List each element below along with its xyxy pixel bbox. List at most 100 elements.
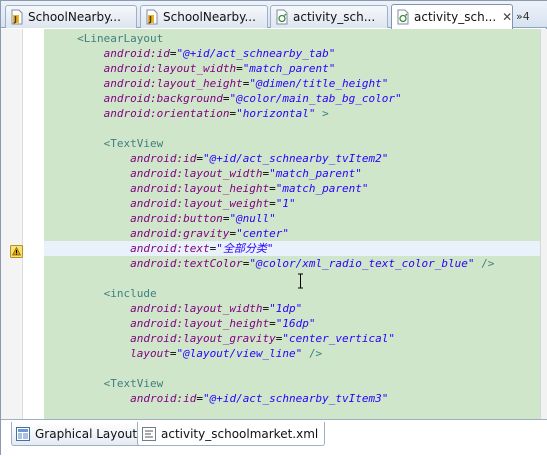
code-token-attr: android:layout_width: [130, 167, 263, 180]
code-token-val: "@dimen/title_height": [249, 77, 389, 90]
code-token-val: "16dp": [275, 317, 316, 330]
code-token-attr: android:layout_weight: [130, 197, 270, 210]
code-line[interactable]: android:id="@+id/act_schnearby_tvItem2": [44, 151, 540, 166]
code-token-tag: <include: [103, 287, 157, 300]
code-token-val: "@color/xml_radio_text_color_blue": [249, 257, 475, 270]
code-line[interactable]: <TextView: [44, 376, 540, 391]
svg-text:J: J: [148, 15, 152, 24]
text-cursor-icon: [298, 273, 303, 289]
code-line[interactable]: <TextView: [44, 136, 540, 151]
code-token-val: "@layout/view_line": [176, 347, 303, 360]
code-line[interactable]: android:layout_width="match_parent": [44, 166, 540, 181]
code-editor[interactable]: <LinearLayout android:id="@+id/act_schne…: [1, 29, 547, 419]
code-token-eq: =: [269, 317, 276, 330]
code-token-val: "@null": [229, 212, 276, 225]
code-line[interactable]: android:layout_height="16dp": [44, 316, 540, 331]
code-token-val: "@+id/act_schnearby_tab": [176, 47, 336, 60]
editor-tab[interactable]: activity_sch...: [270, 5, 388, 28]
code-token-attr: android:background: [103, 92, 223, 105]
code-token-attr: layout: [130, 347, 170, 360]
eclipse-xml-editor-window: J SchoolNearby... J SchoolNearby... activity…: [0, 0, 547, 456]
xml-source-icon: [142, 426, 156, 441]
editor-tab-bar: J SchoolNearby... J SchoolNearby... activity…: [1, 1, 547, 29]
code-line[interactable]: layout="@layout/view_line" />: [44, 346, 540, 361]
code-token-tag: <TextView: [103, 377, 164, 390]
code-token-val: "center": [236, 227, 290, 240]
code-line[interactable]: android:gravity="center": [44, 226, 540, 241]
editor-tab[interactable]: J SchoolNearby...: [140, 5, 268, 28]
folding-gutter[interactable]: [23, 29, 44, 419]
graphical-layout-tab[interactable]: Graphical Layout: [11, 422, 145, 446]
code-token-eq: =: [196, 152, 203, 165]
code-token-val: "全部分类": [216, 242, 274, 255]
code-token-attr: android:layout_width: [103, 62, 237, 75]
code-area[interactable]: <LinearLayout android:id="@+id/act_schne…: [44, 29, 540, 419]
code-token-attr: android:button: [130, 212, 223, 225]
vertical-ruler: [1, 29, 23, 419]
code-line[interactable]: android:layout_width="1dp": [44, 301, 540, 316]
editor-page-tabs: Graphical Layout activity_schoolmarket.xm…: [1, 419, 547, 456]
editor-tab[interactable]: activity_sch... ✕: [391, 4, 513, 29]
code-line[interactable]: android:layout_gravity="center_vertical": [44, 331, 540, 346]
code-token-eq: =: [196, 392, 203, 405]
tab-overflow-indicator[interactable]: »4: [516, 10, 530, 23]
code-token-tag: />: [302, 347, 323, 360]
code-token-val: "@color/main_tab_bg_color": [229, 92, 402, 105]
code-line[interactable]: android:layout_height="match_parent": [44, 181, 540, 196]
editor-tab-label: activity_sch...: [293, 10, 376, 24]
code-line[interactable]: android:id="@+id/act_schnearby_tvItem3": [44, 391, 540, 406]
code-token-attr: android:layout_width: [130, 302, 263, 315]
code-token-attr: android:layout_gravity: [130, 332, 276, 345]
code-token-val: "horizontal": [236, 107, 316, 120]
xml-file-icon: [275, 9, 289, 25]
code-line[interactable]: android:background="@color/main_tab_bg_c…: [44, 91, 540, 106]
editor-tab[interactable]: J SchoolNearby...: [5, 5, 137, 28]
code-token-val: "1dp": [269, 302, 303, 315]
close-tab-icon[interactable]: ✕: [502, 10, 512, 24]
code-token-attr: android:gravity: [130, 227, 230, 240]
code-token-tag: />: [474, 257, 495, 270]
code-line[interactable]: [44, 121, 540, 136]
code-token-attr: android:id: [130, 152, 197, 165]
code-token-val: "@+id/act_schnearby_tvItem2": [202, 152, 389, 165]
code-line[interactable]: [44, 361, 540, 376]
xml-file-icon: [396, 9, 410, 25]
page-tab-label: Graphical Layout: [35, 426, 138, 441]
code-line[interactable]: <LinearLayout: [44, 31, 540, 46]
code-token-tag: <TextView: [103, 137, 164, 150]
code-token-val: "center_vertical": [282, 332, 396, 345]
code-token-attr: android:textColor: [130, 257, 243, 270]
editor-tab-label: activity_sch...: [414, 10, 497, 24]
code-token-val: "match_parent": [275, 182, 369, 195]
code-token-attr: android:id: [130, 392, 197, 405]
code-token-attr: android:text: [130, 242, 210, 255]
code-line[interactable]: android:layout_height="@dimen/title_heig…: [44, 76, 540, 91]
code-token-attr: android:layout_height: [103, 77, 243, 90]
layout-icon: [16, 426, 30, 441]
svg-text:J: J: [13, 15, 17, 24]
code-line[interactable]: android:layout_weight="1": [44, 196, 540, 211]
code-line[interactable]: android:textColor="@color/xml_radio_text…: [44, 256, 540, 271]
java-file-icon: J: [145, 9, 159, 25]
code-line[interactable]: android:orientation="horizontal" >: [44, 106, 540, 121]
code-token-tag: >: [315, 107, 329, 120]
code-token-val: "1": [275, 197, 296, 210]
code-line[interactable]: android:button="@null": [44, 211, 540, 226]
warning-icon[interactable]: [10, 245, 23, 258]
code-token-attr: android:layout_height: [130, 182, 270, 195]
code-token-val: "match_parent": [242, 62, 336, 75]
code-token-eq: =: [269, 197, 276, 210]
code-line[interactable]: android:layout_width="match_parent": [44, 61, 540, 76]
code-line[interactable]: [44, 271, 540, 286]
code-token-val: "@+id/act_schnearby_tvItem3": [202, 392, 389, 405]
editor-tab-label: SchoolNearby...: [163, 10, 256, 24]
code-token-attr: android:id: [103, 47, 170, 60]
xml-source-tab[interactable]: activity_schoolmarket.xml: [137, 422, 326, 446]
vertical-scrollbar[interactable]: [540, 29, 547, 419]
code-token-tag: <LinearLayout: [77, 32, 164, 45]
code-token-eq: =: [236, 62, 243, 75]
code-token-attr: android:layout_height: [130, 317, 270, 330]
code-line[interactable]: <include: [44, 286, 540, 301]
current-code-line[interactable]: android:text="全部分类": [44, 241, 540, 256]
code-line[interactable]: android:id="@+id/act_schnearby_tab": [44, 46, 540, 61]
